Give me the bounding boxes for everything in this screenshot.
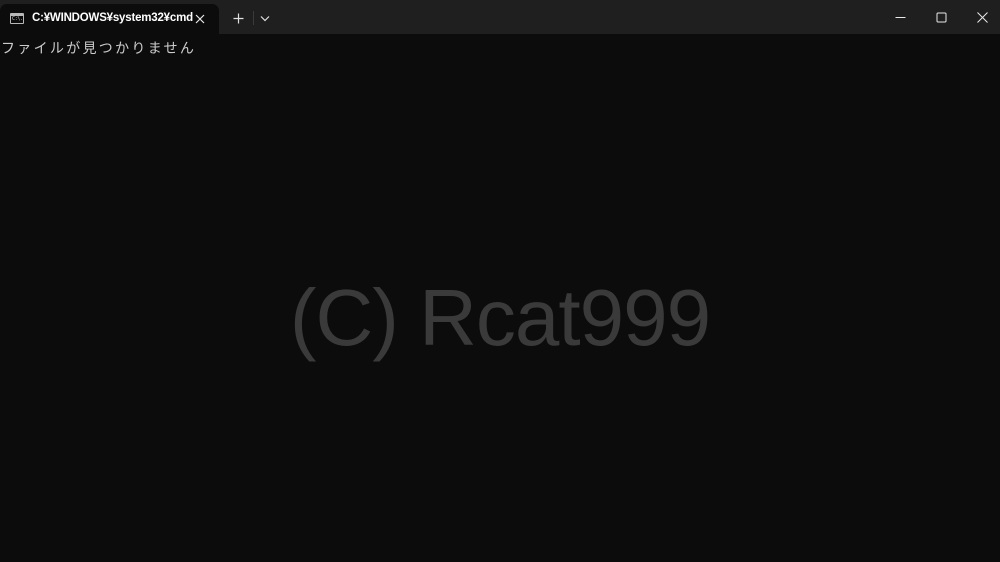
close-icon (195, 14, 205, 24)
profile-dropdown-button[interactable] (256, 9, 274, 27)
console-output[interactable]: ファイルが見つかりません (C) Rcat999 (0, 34, 1000, 562)
minimize-button[interactable] (877, 0, 923, 34)
plus-icon (233, 13, 243, 23)
tab-close-button[interactable] (191, 10, 209, 28)
cmd-icon: C:\. (10, 13, 24, 24)
maximize-button[interactable] (918, 0, 964, 34)
console-line: ファイルが見つかりません (1, 41, 197, 57)
watermark: (C) Rcat999 (289, 273, 711, 362)
title-bar[interactable]: C:\. C:¥WINDOWS¥system32¥cmd (0, 0, 1000, 34)
cmd-icon-text: C:\. (12, 16, 23, 22)
tab-title: C:¥WINDOWS¥system32¥cmd (32, 12, 193, 24)
close-icon (976, 11, 988, 23)
new-tab-button[interactable] (228, 9, 248, 27)
minimize-icon (895, 16, 905, 18)
divider (253, 11, 254, 25)
chevron-down-icon (260, 15, 270, 21)
maximize-icon (936, 12, 946, 22)
tab-cmd[interactable]: C:\. C:¥WINDOWS¥system32¥cmd (0, 4, 219, 34)
window-close-button[interactable] (959, 0, 1000, 34)
terminal-window: C:\. C:¥WINDOWS¥system32¥cmd ファイルが見つかりませ… (0, 0, 1000, 562)
